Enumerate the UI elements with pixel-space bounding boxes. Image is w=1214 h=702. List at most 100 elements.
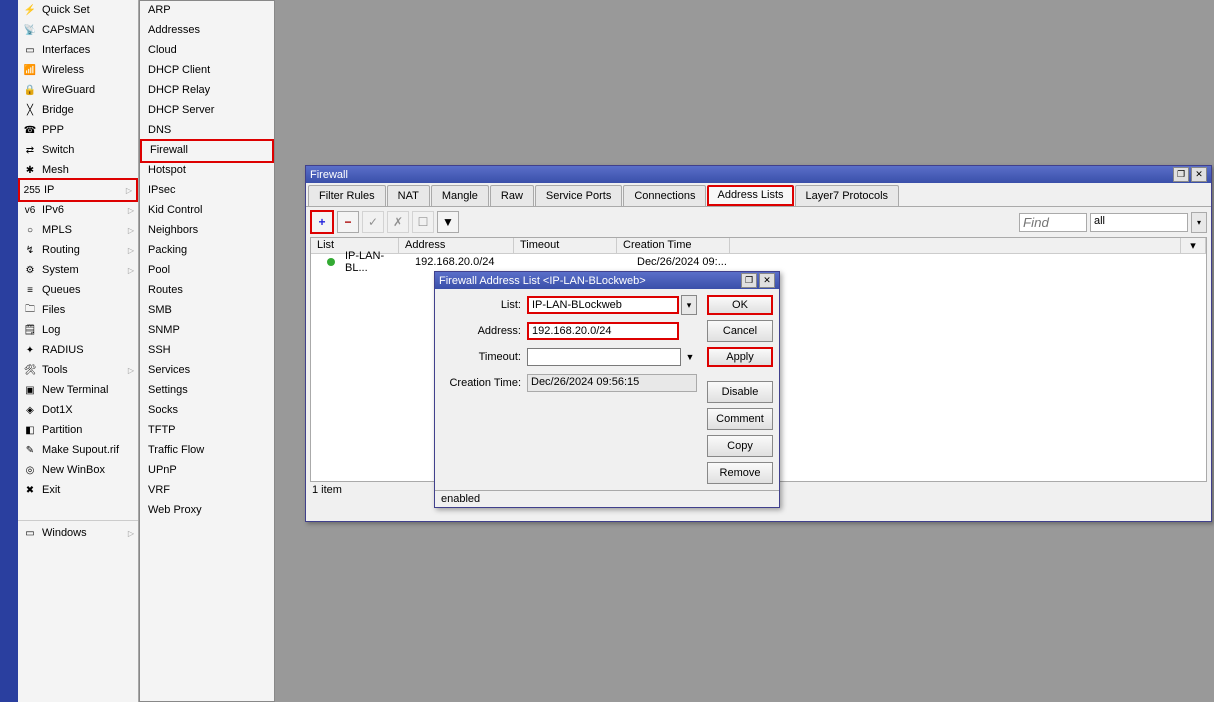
tab-filter-rules[interactable]: Filter Rules	[308, 185, 386, 206]
menu-icon: ✱	[22, 164, 38, 177]
submenu-item-snmp[interactable]: SNMP	[140, 321, 274, 341]
menu-item-files[interactable]: 🗀Files	[18, 300, 138, 320]
tab-mangle[interactable]: Mangle	[431, 185, 489, 206]
menu-item-mesh[interactable]: ✱ Mesh	[18, 160, 138, 180]
menu-item-ip[interactable]: 255IP▷	[18, 178, 138, 202]
submenu-item-firewall[interactable]: Firewall	[140, 139, 274, 163]
submenu-item-upnp[interactable]: UPnP	[140, 461, 274, 481]
restore-icon[interactable]: ❐	[1173, 167, 1189, 182]
submenu-item-tftp[interactable]: TFTP	[140, 421, 274, 441]
submenu-item-cloud[interactable]: Cloud	[140, 41, 274, 61]
menu-item-windows[interactable]: ▭Windows▷	[18, 523, 138, 543]
menu-item-make-supout-rif[interactable]: ✎Make Supout.rif	[18, 440, 138, 460]
cancel-button[interactable]: Cancel	[707, 320, 773, 342]
menu-icon: ↯	[22, 244, 38, 257]
submenu-item-dhcp-client[interactable]: DHCP Client	[140, 61, 274, 81]
menu-item-queues[interactable]: ≡Queues	[18, 280, 138, 300]
submenu-item-services[interactable]: Services	[140, 361, 274, 381]
submenu-item-ipsec[interactable]: IPsec	[140, 181, 274, 201]
ok-button[interactable]: OK	[707, 295, 773, 315]
menu-item-bridge[interactable]: ╳Bridge	[18, 100, 138, 120]
menu-item-wireguard[interactable]: 🔒WireGuard	[18, 80, 138, 100]
comment-button[interactable]: Comment	[707, 408, 773, 430]
menu-item-ipv6[interactable]: v6IPv6▷	[18, 200, 138, 220]
menu-item-log[interactable]: 🗒Log	[18, 320, 138, 340]
submenu-item-kid-control[interactable]: Kid Control	[140, 201, 274, 221]
tab-layer7-protocols[interactable]: Layer7 Protocols	[795, 185, 900, 206]
submenu-item-dhcp-relay[interactable]: DHCP Relay	[140, 81, 274, 101]
filter-dropdown-arrow[interactable]: ▾	[1191, 212, 1207, 233]
submenu-item-smb[interactable]: SMB	[140, 301, 274, 321]
close-icon[interactable]: ✕	[1191, 167, 1207, 182]
timeout-expand-icon[interactable]: ▼	[683, 348, 697, 366]
table-row[interactable]: IP-LAN-BL... 192.168.20.0/24 Dec/26/2024…	[311, 254, 1206, 269]
list-dropdown-icon[interactable]: ▾	[681, 295, 697, 315]
restore-icon[interactable]: ❐	[741, 273, 757, 288]
submenu-item-arp[interactable]: ARP	[140, 1, 274, 21]
menu-item-system[interactable]: ⚙System▷	[18, 260, 138, 280]
address-input[interactable]	[527, 322, 679, 340]
submenu-item-vrf[interactable]: VRF	[140, 481, 274, 501]
close-icon[interactable]: ✕	[759, 273, 775, 288]
col-menu-icon[interactable]: ▾	[1181, 238, 1206, 253]
menu-item-new-terminal[interactable]: ▣New Terminal	[18, 380, 138, 400]
dialog-titlebar[interactable]: Firewall Address List <IP-LAN-BLockweb> …	[435, 272, 779, 289]
menu-item-exit[interactable]: ✖Exit	[18, 480, 138, 500]
menu-label: IPv6	[42, 204, 128, 216]
submenu-item-traffic-flow[interactable]: Traffic Flow	[140, 441, 274, 461]
submenu-item-socks[interactable]: Socks	[140, 401, 274, 421]
col-timeout[interactable]: Timeout	[514, 238, 617, 253]
firewall-titlebar[interactable]: Firewall ❐ ✕	[306, 166, 1211, 183]
filter-dropdown[interactable]: all	[1090, 213, 1188, 232]
submenu-item-pool[interactable]: Pool	[140, 261, 274, 281]
enable-button[interactable]: ✓	[362, 211, 384, 233]
menu-item-mpls[interactable]: ○MPLS▷	[18, 220, 138, 240]
tab-service-ports[interactable]: Service Ports	[535, 185, 622, 206]
submenu-item-routes[interactable]: Routes	[140, 281, 274, 301]
timeout-input[interactable]	[527, 348, 681, 366]
menu-item-radius[interactable]: ✦RADIUS	[18, 340, 138, 360]
add-button[interactable]: +	[310, 210, 334, 234]
disable-button[interactable]: Disable	[707, 381, 773, 403]
comment-button[interactable]: ☐	[412, 211, 434, 233]
copy-button[interactable]: Copy	[707, 435, 773, 457]
menu-label: Mesh	[42, 164, 134, 176]
apply-button[interactable]: Apply	[707, 347, 773, 367]
menu-item-switch[interactable]: ⇄Switch	[18, 140, 138, 160]
menu-item-interfaces[interactable]: ▭Interfaces	[18, 40, 138, 60]
table-header: List Address Timeout Creation Time ▾	[311, 238, 1206, 254]
list-input[interactable]	[527, 296, 679, 314]
menu-item-wireless[interactable]: 📶Wireless	[18, 60, 138, 80]
menu-item-capsman[interactable]: 📡CAPsMAN	[18, 20, 138, 40]
menu-label: Routing	[42, 244, 128, 256]
submenu-item-hotspot[interactable]: Hotspot	[140, 161, 274, 181]
submenu-item-dns[interactable]: DNS	[140, 121, 274, 141]
tab-raw[interactable]: Raw	[490, 185, 534, 206]
submenu-item-packing[interactable]: Packing	[140, 241, 274, 261]
menu-item-new-winbox[interactable]: ◎New WinBox	[18, 460, 138, 480]
menu-label: Partition	[42, 424, 134, 436]
disable-button[interactable]: ✗	[387, 211, 409, 233]
tab-nat[interactable]: NAT	[387, 185, 430, 206]
submenu-item-dhcp-server[interactable]: DHCP Server	[140, 101, 274, 121]
remove-button[interactable]: Remove	[707, 462, 773, 484]
submenu-item-neighbors[interactable]: Neighbors	[140, 221, 274, 241]
find-input[interactable]	[1019, 213, 1087, 232]
col-address[interactable]: Address	[399, 238, 514, 253]
remove-button[interactable]: −	[337, 211, 359, 233]
tab-connections[interactable]: Connections	[623, 185, 706, 206]
menu-item-ppp[interactable]: ☎PPP	[18, 120, 138, 140]
submenu-item-web-proxy[interactable]: Web Proxy	[140, 501, 274, 521]
menu-icon: 📶	[22, 64, 38, 77]
submenu-item-addresses[interactable]: Addresses	[140, 21, 274, 41]
menu-item-tools[interactable]: 🛠Tools▷	[18, 360, 138, 380]
menu-item-dot1x[interactable]: ◈Dot1X	[18, 400, 138, 420]
submenu-item-settings[interactable]: Settings	[140, 381, 274, 401]
submenu-item-ssh[interactable]: SSH	[140, 341, 274, 361]
menu-item-quick-set[interactable]: ⚡Quick Set	[18, 0, 138, 20]
menu-item-partition[interactable]: ◧Partition	[18, 420, 138, 440]
col-creation[interactable]: Creation Time	[617, 238, 730, 253]
tab-address-lists[interactable]: Address Lists	[707, 185, 793, 206]
filter-icon[interactable]: ▼	[437, 211, 459, 233]
menu-item-routing[interactable]: ↯Routing▷	[18, 240, 138, 260]
